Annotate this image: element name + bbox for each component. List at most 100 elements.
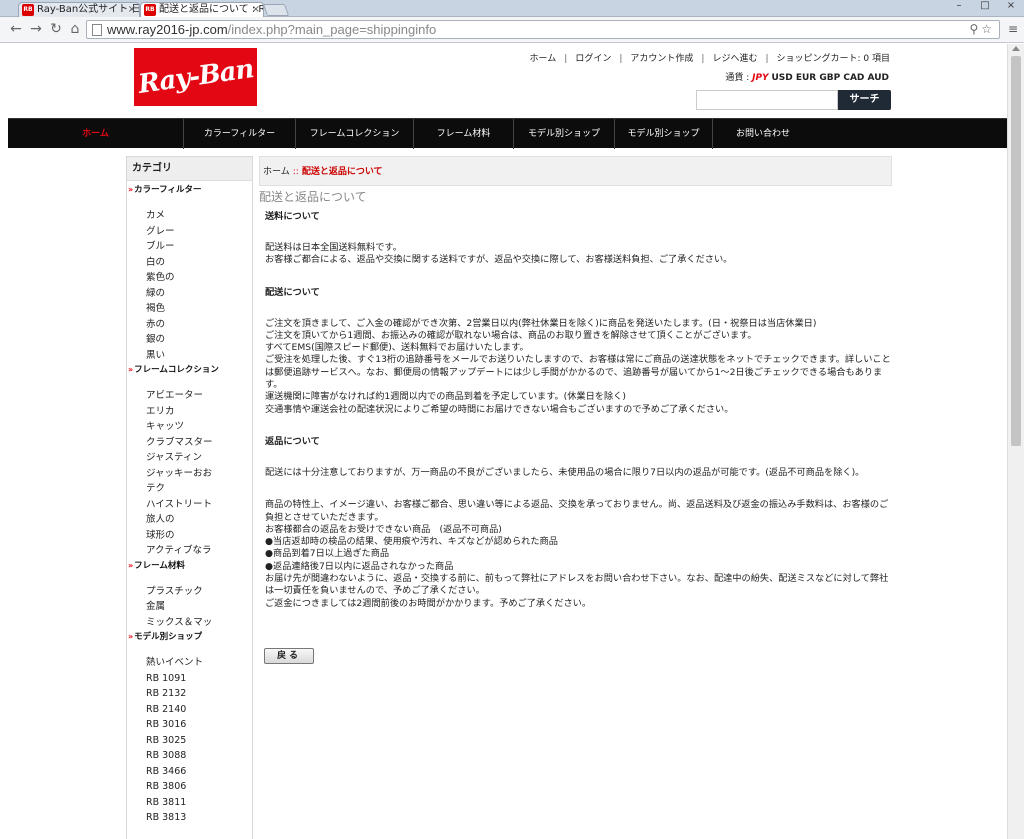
nav-color-filter[interactable]: カラーフィルター xyxy=(184,119,296,149)
currency-options[interactable]: USD EUR GBP CAD AUD xyxy=(771,73,889,83)
search-button[interactable]: サーチ xyxy=(838,90,891,110)
search-input[interactable] xyxy=(696,90,838,110)
reload-icon[interactable]: ↻ xyxy=(48,21,64,37)
address-bar[interactable]: www.ray2016-jp.com/index.php?main_page=s… xyxy=(86,20,1000,39)
nav-home[interactable]: ホーム xyxy=(8,119,184,149)
category-sidebar: カテゴリ カラーフィルター カメ グレー ブルー 白の 紫色の 緑の 褐色 赤の… xyxy=(126,156,253,839)
breadcrumb-home[interactable]: ホーム xyxy=(263,167,290,177)
new-tab-button[interactable] xyxy=(262,4,290,16)
page-viewport: Ray-Ban ホーム | ログイン | アカウント作成 | レジへ進む | ショッピングカート… xyxy=(0,44,1007,839)
sidebar-item[interactable]: 赤の xyxy=(127,317,252,333)
sidebar-item[interactable]: RB 3811 xyxy=(127,795,252,811)
menu-icon[interactable]: ≡ xyxy=(1006,22,1020,36)
top-link-checkout[interactable]: レジへ進む xyxy=(712,54,757,64)
breadcrumb-current: 配送と返品について xyxy=(301,167,383,177)
sidebar-item[interactable]: クラブマスター xyxy=(127,435,252,451)
close-tab-icon[interactable]: × xyxy=(128,3,136,16)
sidebar-item[interactable]: RB 3466 xyxy=(127,764,252,780)
sidebar-category-color-filter[interactable]: カラーフィルター xyxy=(127,183,252,197)
currency-label: 通貨 : xyxy=(725,73,750,83)
bookmark-star-icon[interactable]: ☆ xyxy=(981,22,995,36)
top-link-cart[interactable]: ショッピングカート: 0 項目 xyxy=(777,54,890,64)
sidebar-item[interactable]: RB 2132 xyxy=(127,686,252,702)
section-text: 配送料は日本全国送料無料です。 お客様ご都合による、返品や交換に関する送料ですが… xyxy=(265,242,733,266)
sidebar-category-frame-collection[interactable]: フレームコレクション xyxy=(127,363,252,377)
close-window-button[interactable]: × xyxy=(998,0,1024,13)
sidebar-item[interactable]: 黒い xyxy=(127,348,252,364)
top-link-login[interactable]: ログイン xyxy=(575,54,611,64)
sidebar-item[interactable]: ジャッキーおお xyxy=(127,466,252,482)
sidebar-item[interactable]: 熱いイベント xyxy=(127,655,252,671)
vertical-scrollbar[interactable] xyxy=(1007,44,1024,839)
sidebar-item[interactable]: グレー xyxy=(127,224,252,240)
sidebar-item[interactable]: 金属 xyxy=(127,599,252,615)
breadcrumb: ホーム:: 配送と返品について xyxy=(259,156,892,186)
scroll-up-icon[interactable] xyxy=(1012,46,1020,51)
sidebar-item[interactable]: カメ xyxy=(127,208,252,224)
url-host: www.ray2016-jp.com xyxy=(107,22,228,37)
browser-toolbar: ← → ↻ ⌂ www.ray2016-jp.com/index.php?mai… xyxy=(0,17,1024,43)
browser-tab[interactable]: RB Ray-Ban公式サイト 日本 × xyxy=(18,2,140,17)
sidebar-item[interactable]: RB 3088 xyxy=(127,748,252,764)
url-text: www.ray2016-jp.com/index.php?main_page=s… xyxy=(107,22,436,38)
back-arrow-icon[interactable]: ← xyxy=(8,21,24,37)
rayban-favicon: RB xyxy=(22,4,34,16)
close-tab-icon[interactable]: × xyxy=(252,3,260,16)
sidebar-item[interactable]: 銀の xyxy=(127,332,252,348)
currency-selector: 通貨 : JPY USD EUR GBP CAD AUD xyxy=(725,70,889,83)
sidebar-item[interactable]: 紫色の xyxy=(127,270,252,286)
sidebar-item[interactable]: テク xyxy=(127,481,252,497)
sidebar-item[interactable]: RB 3016 xyxy=(127,717,252,733)
zoom-icon[interactable]: ⚲ xyxy=(969,22,981,36)
sidebar-item[interactable]: 球形の xyxy=(127,528,252,544)
top-links: ホーム | ログイン | アカウント作成 | レジへ進む | ショッピングカート: 0 項目 xyxy=(529,54,890,64)
browser-tab-active[interactable]: RB 配送と返品について : Ra × xyxy=(140,2,264,17)
sidebar-item[interactable]: RB 2140 xyxy=(127,702,252,718)
maximize-button[interactable]: □ xyxy=(972,0,998,13)
nav-frame-material[interactable]: フレーム材料 xyxy=(414,119,514,149)
sidebar-item[interactable]: キャッツ xyxy=(127,419,252,435)
tab-title: Ray-Ban公式サイト 日本 xyxy=(37,4,140,15)
sidebar-item[interactable]: RB 3806 xyxy=(127,779,252,795)
sidebar-category-model-shop[interactable]: モデル別ショップ xyxy=(127,630,252,644)
sidebar-item[interactable]: ミックス＆マッ xyxy=(127,615,252,631)
nav-contact[interactable]: お問い合わせ xyxy=(713,119,813,149)
nav-model-shop-2[interactable]: モデル別ショップ xyxy=(615,119,713,149)
currency-jpy[interactable]: JPY xyxy=(752,73,768,83)
top-link-create-account[interactable]: アカウント作成 xyxy=(630,54,693,64)
shipping-info-body: 送料について 配送料は日本全国送料無料です。 お客様ご都合による、返品や交換に関… xyxy=(259,211,892,610)
sidebar-item[interactable]: 褐色 xyxy=(127,301,252,317)
url-path: /index.php?main_page=shippinginfo xyxy=(227,22,437,37)
scrollbar-thumb[interactable] xyxy=(1011,56,1021,446)
sidebar-item[interactable]: アビエーター xyxy=(127,388,252,404)
page-title: 配送と返品について xyxy=(259,190,367,204)
main-navigation: ホーム カラーフィルター フレームコレクション フレーム材料 モデル別ショップ … xyxy=(8,118,1007,149)
nav-model-shop[interactable]: モデル別ショップ xyxy=(514,119,615,149)
rayban-favicon: RB xyxy=(144,4,156,16)
nav-frame-collection[interactable]: フレームコレクション xyxy=(296,119,414,149)
sidebar-item[interactable]: ジャスティン xyxy=(127,450,252,466)
main-content: ホーム:: 配送と返品について 配送と返品について 送料について 配送料は日本全国… xyxy=(259,156,892,839)
top-link-home[interactable]: ホーム xyxy=(530,54,557,64)
logo-text: Ray-Ban xyxy=(136,54,255,100)
browser-tab-bar: RB Ray-Ban公式サイト 日本 × RB 配送と返品について : Ra ×… xyxy=(0,0,1024,17)
sidebar-item[interactable]: 白の xyxy=(127,255,252,271)
sidebar-item[interactable]: RB 1091 xyxy=(127,671,252,687)
sidebar-item[interactable]: 旅人の xyxy=(127,512,252,528)
back-button[interactable]: 戻る xyxy=(264,648,314,664)
sidebar-item[interactable]: ハイストリート xyxy=(127,497,252,513)
sidebar-item[interactable]: アクティブなラ xyxy=(127,543,252,559)
sidebar-item[interactable]: ブルー xyxy=(127,239,252,255)
minimize-button[interactable]: – xyxy=(946,0,972,13)
forward-arrow-icon[interactable]: → xyxy=(28,21,44,37)
section-heading-returns: 返品について xyxy=(265,435,320,447)
sidebar-item[interactable]: プラスチック xyxy=(127,584,252,600)
rayban-logo[interactable]: Ray-Ban xyxy=(134,48,257,106)
sidebar-item[interactable]: エリカ xyxy=(127,404,252,420)
section-text: 配送には十分注意しておりますが、万一商品の不良がございましたら、未使用品の場合に… xyxy=(265,466,865,478)
sidebar-item[interactable]: RB 3025 xyxy=(127,733,252,749)
sidebar-category-frame-material[interactable]: フレーム材料 xyxy=(127,559,252,573)
home-icon[interactable]: ⌂ xyxy=(67,21,83,37)
sidebar-item[interactable]: 緑の xyxy=(127,286,252,302)
sidebar-item[interactable]: RB 3813 xyxy=(127,810,252,826)
